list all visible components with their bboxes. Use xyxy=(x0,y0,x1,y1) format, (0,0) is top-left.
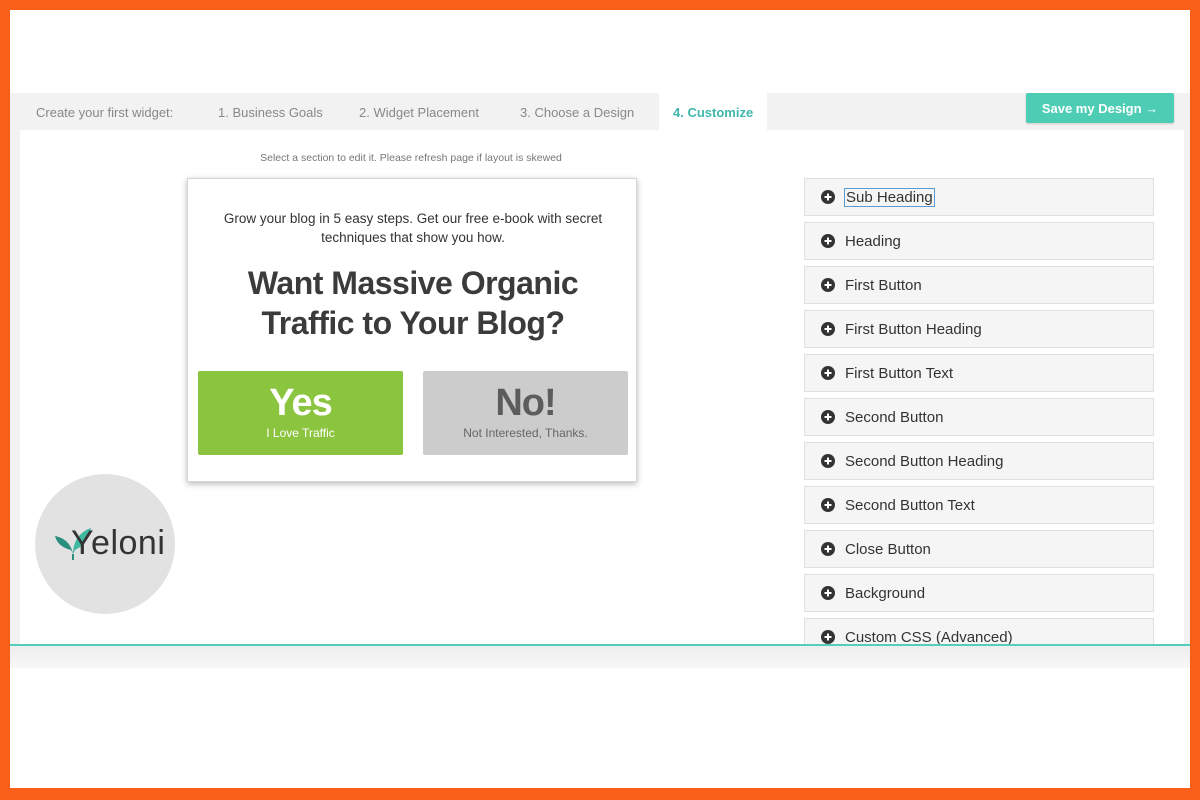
section-first-button-text[interactable]: First Button Text xyxy=(804,354,1154,392)
tab-choose-design[interactable]: 3. Choose a Design xyxy=(520,105,634,120)
section-label: First Button Text xyxy=(845,364,954,382)
yes-button-heading[interactable]: Yes xyxy=(198,381,403,425)
section-label: Background xyxy=(845,584,926,602)
yeloni-logo: Yeloni xyxy=(35,474,175,614)
yes-button-text[interactable]: I Love Traffic xyxy=(198,426,403,440)
plus-circle-icon xyxy=(821,190,835,204)
plus-circle-icon xyxy=(821,630,835,644)
no-button-heading[interactable]: No! xyxy=(423,381,628,425)
screenshot-canvas: Create your first widget: 1. Business Go… xyxy=(10,10,1190,788)
tab-customize[interactable]: 4. Customize xyxy=(659,93,768,131)
plus-circle-icon xyxy=(821,542,835,556)
section-first-button[interactable]: First Button xyxy=(804,266,1154,304)
tab-widget-placement[interactable]: 2. Widget Placement xyxy=(359,105,479,120)
footer-shade xyxy=(10,646,1190,668)
section-second-button-heading[interactable]: Second Button Heading xyxy=(804,442,1154,480)
section-second-button-text[interactable]: Second Button Text xyxy=(804,486,1154,524)
logo-mark: Yeloni xyxy=(45,514,165,574)
section-list: Sub Heading Heading First Button First B… xyxy=(804,178,1154,662)
wizard-intro: Create your first widget: xyxy=(36,105,174,120)
plus-circle-icon xyxy=(821,366,835,380)
popup-no-button[interactable]: No! Not Interested, Thanks. xyxy=(423,371,628,455)
popup-yes-button[interactable]: Yes I Love Traffic xyxy=(198,371,403,455)
edit-hint: Select a section to edit it. Please refr… xyxy=(260,152,562,164)
section-label: Second Button Heading xyxy=(845,452,1004,470)
no-button-text[interactable]: Not Interested, Thanks. xyxy=(423,426,628,440)
section-sub-heading[interactable]: Sub Heading xyxy=(804,178,1154,216)
plus-circle-icon xyxy=(821,498,835,512)
save-design-button[interactable]: Save my Design → xyxy=(1026,93,1174,123)
logo-text: Yeloni xyxy=(71,524,166,562)
section-first-button-heading[interactable]: First Button Heading xyxy=(804,310,1154,348)
section-label: Close Button xyxy=(845,540,931,558)
plus-circle-icon xyxy=(821,234,835,248)
wizard-tabbar: Create your first widget: 1. Business Go… xyxy=(10,93,1190,131)
tab-business-goals[interactable]: 1. Business Goals xyxy=(218,105,323,120)
plus-circle-icon xyxy=(821,322,835,336)
popup-sub-heading[interactable]: Grow your blog in 5 easy steps. Get our … xyxy=(208,209,618,247)
widget-editor: Create your first widget: 1. Business Go… xyxy=(10,93,1190,668)
section-second-button[interactable]: Second Button xyxy=(804,398,1154,436)
section-heading[interactable]: Heading xyxy=(804,222,1154,260)
section-label: Custom CSS (Advanced) xyxy=(845,628,1013,646)
section-label: Sub Heading xyxy=(844,187,935,207)
plus-circle-icon xyxy=(821,454,835,468)
section-label: Heading xyxy=(845,232,901,250)
popup-heading[interactable]: Want Massive Organic Traffic to Your Blo… xyxy=(198,263,628,343)
plus-circle-icon xyxy=(821,410,835,424)
customize-workarea: Select a section to edit it. Please refr… xyxy=(20,130,1184,656)
section-label: First Button xyxy=(845,276,922,294)
plus-circle-icon xyxy=(821,278,835,292)
section-close-button[interactable]: Close Button xyxy=(804,530,1154,568)
section-label: First Button Heading xyxy=(845,320,982,338)
plus-circle-icon xyxy=(821,586,835,600)
section-label: Second Button Text xyxy=(845,496,975,514)
section-label: Second Button xyxy=(845,408,944,426)
popup-preview[interactable]: Grow your blog in 5 easy steps. Get our … xyxy=(187,178,637,482)
section-background[interactable]: Background xyxy=(804,574,1154,612)
